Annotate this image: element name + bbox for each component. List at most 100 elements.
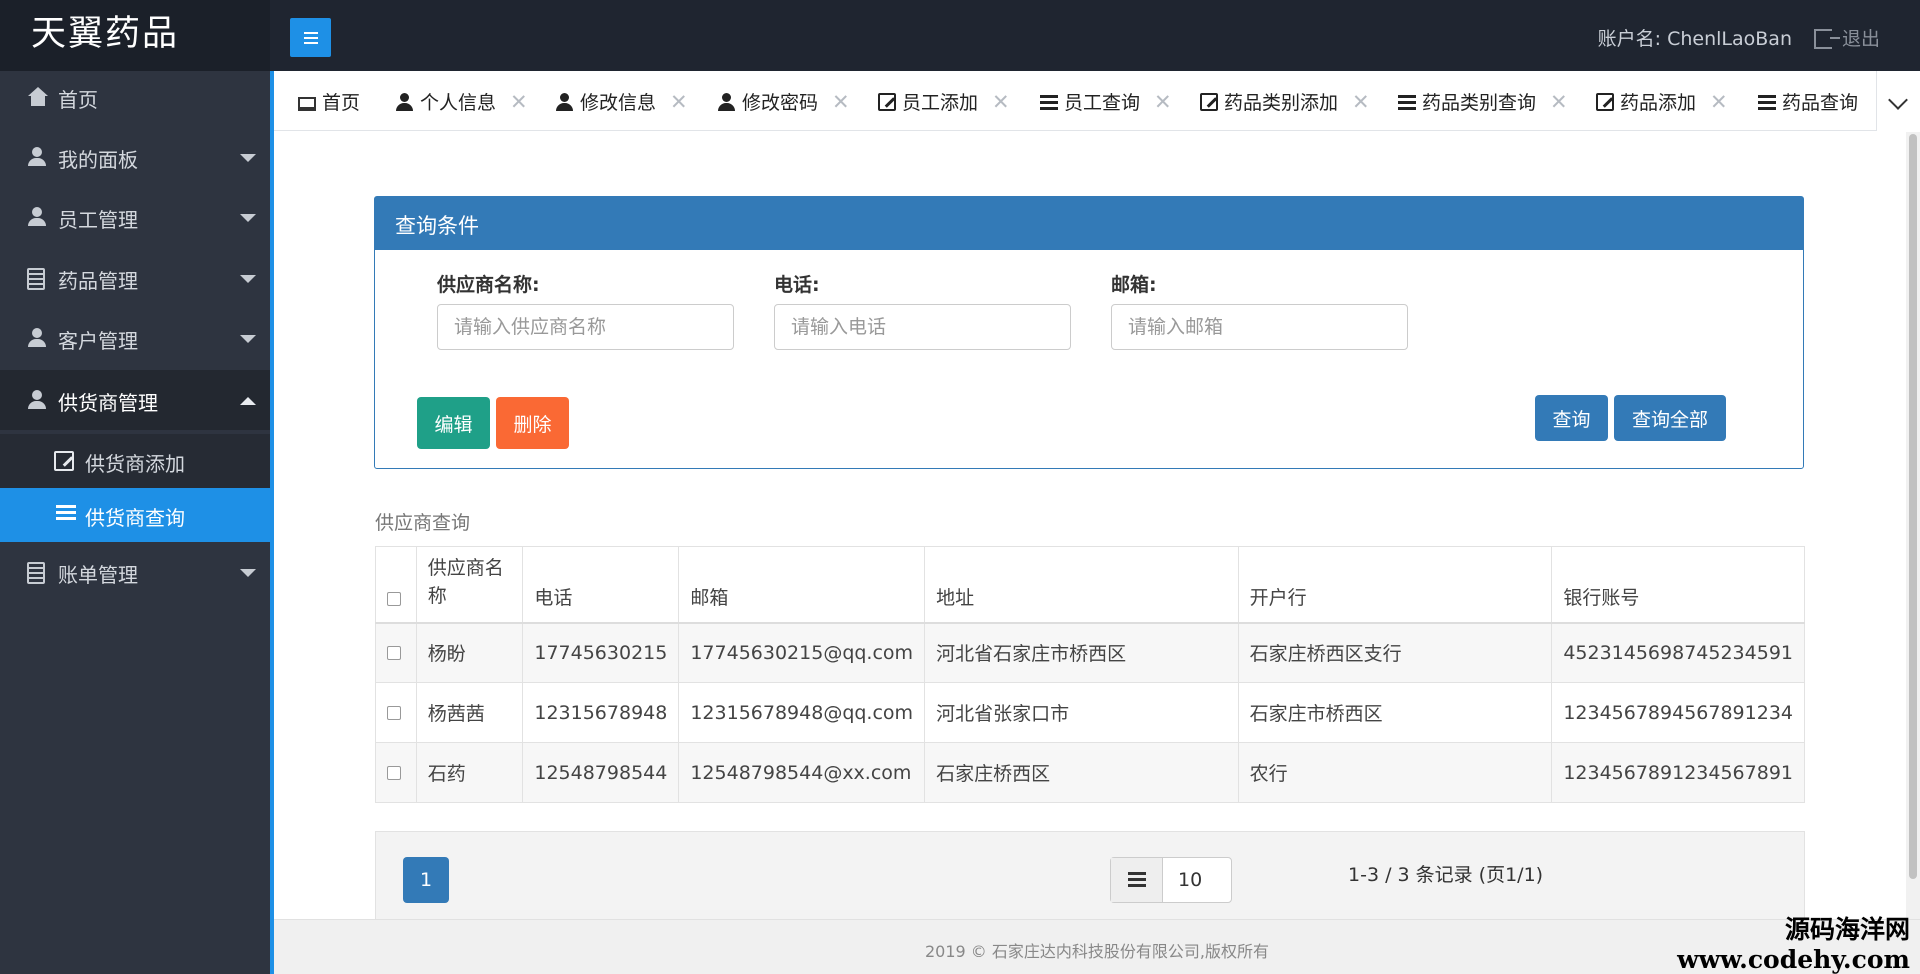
sidebar-item-drug[interactable]: 药品管理 — [0, 248, 270, 308]
table-cell: 17745630215 — [522, 622, 680, 683]
tab-personal-info[interactable]: 个人信息 ✕ — [396, 88, 528, 114]
table-cell: 石家庄桥西区 — [924, 742, 1239, 803]
tab-dropdown-button[interactable] — [1876, 71, 1920, 131]
table-cell: 杨茜茜 — [415, 682, 524, 743]
users-icon — [27, 328, 49, 348]
close-icon[interactable]: ✕ — [1352, 90, 1370, 114]
tab-drug-category-add[interactable]: 药品类别添加 ✕ — [1200, 88, 1370, 114]
sidebar-item-label: 药品管理 — [58, 269, 138, 293]
account-label: 账户名: — [1597, 28, 1662, 50]
logout-button[interactable]: 退出 — [1813, 24, 1880, 51]
row-checkbox-cell — [375, 682, 417, 743]
tab-employee-add[interactable]: 员工添加 ✕ — [878, 88, 1010, 114]
table-cell: 农行 — [1237, 742, 1553, 803]
table-cell: 石家庄市桥西区 — [1237, 682, 1553, 743]
close-icon[interactable]: ✕ — [992, 90, 1010, 114]
list-icon[interactable] — [1111, 858, 1163, 902]
tab-employee-query[interactable]: 员工查询 ✕ — [1040, 88, 1172, 114]
email-input[interactable] — [1111, 304, 1408, 350]
home-icon — [28, 87, 48, 96]
email-label: 邮箱: — [1111, 274, 1157, 296]
row-checkbox[interactable] — [387, 706, 401, 720]
tab-drug-add[interactable]: 药品添加 ✕ — [1596, 88, 1728, 114]
logout-icon — [1813, 29, 1840, 49]
close-icon[interactable]: ✕ — [670, 90, 688, 114]
column-header[interactable]: 供应商名称 — [415, 546, 524, 624]
column-header[interactable]: 地址 — [924, 546, 1239, 624]
table-cell: 河北省张家口市 — [924, 682, 1239, 743]
list-icon — [1758, 95, 1776, 111]
query-panel: 查询条件 供应商名称: 电话: 邮箱: 编辑 删除 查询 查询全部 — [374, 196, 1804, 469]
select-all-cell — [375, 546, 417, 624]
tab-drug-query[interactable]: 药品查询 — [1758, 88, 1858, 114]
row-checkbox[interactable] — [387, 646, 401, 661]
table-row[interactable]: 杨盼 17745630215 17745630215@qq.com 河北省石家庄… — [375, 622, 1805, 683]
pagination-info: 1-3 / 3 条记录 (页1/1) — [1348, 864, 1544, 886]
column-header[interactable]: 电话 — [522, 546, 680, 624]
tab-edit-info[interactable]: 修改信息 ✕ — [556, 88, 688, 114]
sidebar-item-my-panel[interactable]: 我的面板 — [0, 127, 270, 187]
tab-label: 修改密码 — [742, 92, 819, 114]
sidebar-item-label: 客户管理 — [58, 329, 138, 353]
table-cell: 石药 — [415, 742, 524, 803]
top-header: 天翼药品 账户名: ChenlLaoBan 退出 — [0, 0, 1920, 71]
scrollbar[interactable] — [1906, 132, 1920, 919]
sidebar-item-employee[interactable]: 员工管理 — [0, 187, 270, 247]
edit-icon — [54, 451, 74, 471]
close-icon[interactable]: ✕ — [1154, 90, 1172, 114]
row-checkbox[interactable] — [387, 766, 401, 780]
sidebar-item-label: 首页 — [58, 88, 98, 112]
tab-change-password[interactable]: 修改密码 ✕ — [718, 88, 850, 114]
sidebar-item-supplier[interactable]: 供货商管理 — [0, 370, 270, 430]
chevron-down-icon — [240, 214, 256, 222]
close-icon[interactable]: ✕ — [832, 90, 850, 114]
sidebar-subitem-supplier-add[interactable]: 供货商添加 — [0, 434, 270, 488]
sidebar-item-label: 账单管理 — [58, 563, 138, 587]
tab-drug-category-query[interactable]: 药品类别查询 ✕ — [1398, 88, 1568, 114]
table-cell: 河北省石家庄市桥西区 — [924, 622, 1239, 683]
app-logo[interactable]: 天翼药品 — [0, 0, 270, 71]
table-cell: 杨盼 — [415, 622, 524, 683]
column-header[interactable]: 银行账号 — [1551, 546, 1805, 624]
users-icon — [27, 207, 49, 227]
sidebar-item-bill[interactable]: 账单管理 — [0, 542, 270, 602]
close-icon[interactable]: ✕ — [1710, 90, 1728, 114]
column-header[interactable]: 邮箱 — [678, 546, 926, 624]
close-icon[interactable]: ✕ — [1550, 90, 1568, 114]
table-row[interactable]: 杨茜茜 12315678948 12315678948@qq.com 河北省张家… — [375, 682, 1805, 743]
sidebar-subitem-supplier-query[interactable]: 供货商查询 — [0, 488, 270, 542]
column-header[interactable]: 开户行 — [1237, 546, 1553, 624]
page-size-selector[interactable]: 10 — [1110, 857, 1232, 903]
tab-label: 个人信息 — [420, 92, 497, 114]
query-all-button[interactable]: 查询全部 — [1614, 395, 1726, 441]
edit-icon — [1200, 93, 1218, 111]
row-checkbox-cell — [375, 742, 417, 803]
sidebar-subitem-label: 供货商添加 — [85, 452, 185, 476]
sidebar-item-customer[interactable]: 客户管理 — [0, 308, 270, 368]
table-row[interactable]: 石药 12548798544 12548798544@xx.com 石家庄桥西区… — [375, 742, 1805, 803]
tab-label: 首页 — [322, 92, 361, 114]
delete-button[interactable]: 删除 — [496, 397, 569, 449]
sidebar-subitem-label: 供货商查询 — [85, 506, 185, 530]
tab-home[interactable]: 首页 — [298, 88, 360, 114]
query-button[interactable]: 查询 — [1535, 395, 1608, 441]
edit-icon — [878, 93, 896, 111]
tab-label: 员工添加 — [902, 92, 979, 114]
tab-label: 药品类别查询 — [1422, 92, 1537, 114]
close-icon[interactable]: ✕ — [510, 90, 528, 114]
page-button-current[interactable]: 1 — [403, 857, 449, 903]
watermark-line1: 源码海洋网 — [1784, 915, 1910, 944]
tab-label: 药品查询 — [1782, 92, 1859, 114]
tab-bar: 首页 个人信息 ✕ 修改信息 ✕ 修改密码 ✕ 员工添加 ✕ 员工查询 ✕ 药品类别添加 ✕… — [274, 71, 1920, 131]
phone-input[interactable] — [774, 304, 1071, 350]
select-all-checkbox[interactable] — [387, 592, 401, 606]
edit-button[interactable]: 编辑 — [417, 397, 490, 449]
document-icon — [27, 268, 45, 290]
menu-toggle-button[interactable] — [290, 18, 331, 57]
scrollbar-thumb[interactable] — [1909, 134, 1917, 879]
edit-icon — [1596, 93, 1614, 111]
table-caption: 供应商查询 — [375, 512, 471, 534]
chevron-down-icon — [240, 275, 256, 283]
supplier-name-input[interactable] — [437, 304, 734, 350]
sidebar-item-home[interactable]: 首页 — [0, 67, 270, 127]
